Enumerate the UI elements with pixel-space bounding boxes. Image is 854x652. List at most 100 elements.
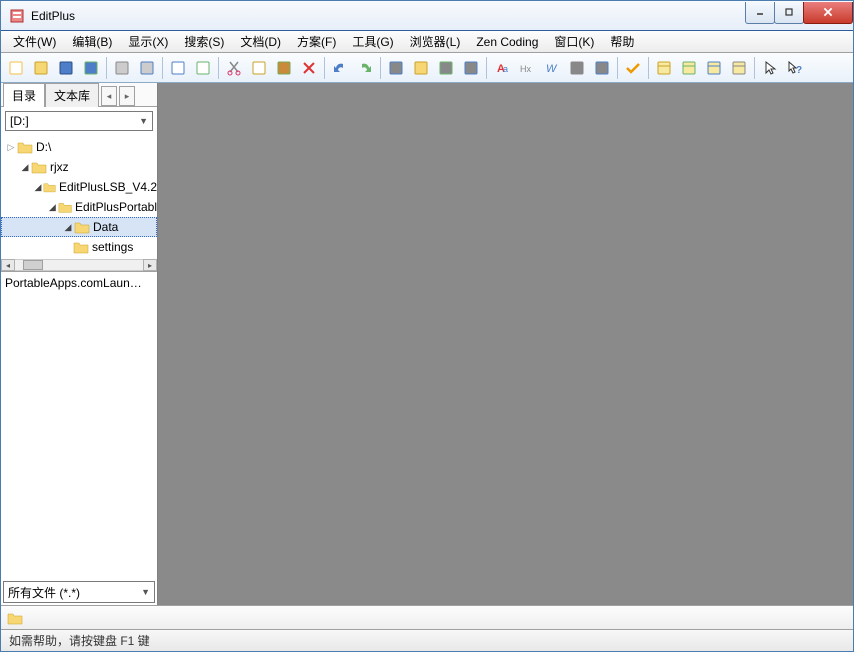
replace-icon (438, 60, 454, 76)
goto-icon (463, 60, 479, 76)
tree-label: settings (92, 240, 133, 254)
drive-select[interactable]: [D:] (5, 111, 153, 131)
menu-搜索s[interactable]: 搜索(S) (176, 31, 232, 52)
find-highlight-icon (413, 60, 429, 76)
menu-显示x[interactable]: 显示(X) (120, 31, 176, 52)
window-type4-button[interactable] (727, 56, 751, 80)
tree-label: EditPlusPortabl (75, 200, 157, 214)
redo-button[interactable] (353, 56, 377, 80)
linenum-button[interactable] (590, 56, 614, 80)
status-text: 如需帮助，请按键盘 F1 键 (9, 632, 150, 649)
menu-窗口k[interactable]: 窗口(K) (546, 31, 602, 52)
toolbar-separator (162, 57, 163, 79)
browser-edit-button[interactable] (191, 56, 215, 80)
new-file-button[interactable] (4, 56, 28, 80)
delete-button[interactable] (297, 56, 321, 80)
toolbar-separator (218, 57, 219, 79)
toolbar-separator (106, 57, 107, 79)
menu-浏览器l[interactable]: 浏览器(L) (402, 31, 469, 52)
close-button[interactable] (803, 2, 853, 24)
copy-button[interactable] (247, 56, 271, 80)
file-list-item[interactable]: PortableApps.comLaun… (5, 276, 142, 290)
app-window: EditPlus 文件(W)编辑(B)显示(X)搜索(S)文档(D)方案(F)工… (0, 0, 854, 652)
sidebar-tab-prev[interactable]: ◂ (101, 86, 117, 106)
save-all-button[interactable] (79, 56, 103, 80)
menu-文档d[interactable]: 文档(D) (232, 31, 289, 52)
goto-button[interactable] (459, 56, 483, 80)
sidebar-tab-cliptext[interactable]: 文本库 (45, 83, 99, 107)
menu-文件w[interactable]: 文件(W) (5, 31, 64, 52)
file-filter[interactable]: 所有文件 (*.*) (3, 581, 155, 603)
paste-icon (276, 60, 292, 76)
undo-button[interactable] (328, 56, 352, 80)
check-button[interactable] (621, 56, 645, 80)
hex-icon: Hx (519, 60, 535, 76)
open-file-button[interactable] (29, 56, 53, 80)
window-controls (746, 2, 853, 24)
file-filter-value: 所有文件 (*.*) (8, 584, 80, 601)
menu-编辑b[interactable]: 编辑(B) (64, 31, 120, 52)
invisible-button[interactable] (565, 56, 589, 80)
toolbar-separator (754, 57, 755, 79)
svg-text:Hx: Hx (520, 64, 531, 74)
save-button[interactable] (54, 56, 78, 80)
sidebar-tab-directory[interactable]: 目录 (3, 83, 45, 107)
window-type3-button[interactable] (702, 56, 726, 80)
undo-icon (332, 60, 348, 76)
menu-方案f[interactable]: 方案(F) (289, 31, 344, 52)
find-highlight-button[interactable] (409, 56, 433, 80)
window-type4-icon (731, 60, 747, 76)
print-preview-button[interactable] (135, 56, 159, 80)
menu-工具g[interactable]: 工具(G) (344, 31, 401, 52)
titlebar[interactable]: EditPlus (1, 1, 853, 31)
window-type2-button[interactable] (677, 56, 701, 80)
folder-tree[interactable]: ▷D:\◢rjxz◢EditPlusLSB_V4.2◢EditPlusPorta… (1, 135, 157, 259)
replace-button[interactable] (434, 56, 458, 80)
toolbar-separator (324, 57, 325, 79)
paste-button[interactable] (272, 56, 296, 80)
document-tabstrip[interactable] (1, 605, 853, 629)
tree-label: Data (93, 220, 118, 234)
window-type3-icon (706, 60, 722, 76)
save-icon (58, 60, 74, 76)
tree-row[interactable]: ◢EditPlusLSB_V4.2 (1, 177, 157, 197)
print-button[interactable] (110, 56, 134, 80)
menu-帮助[interactable]: 帮助 (602, 31, 642, 52)
wordwrap-button[interactable]: W (540, 56, 564, 80)
toolbar-separator (617, 57, 618, 79)
browser-launch-button[interactable] (166, 56, 190, 80)
toolbar-separator (648, 57, 649, 79)
svg-text:a: a (503, 64, 508, 74)
tree-hscroll[interactable]: ◂ ▸ (1, 259, 157, 271)
scroll-thumb[interactable] (23, 260, 43, 270)
find-button[interactable] (384, 56, 408, 80)
help-context-button[interactable]: ? (783, 56, 807, 80)
minimize-button[interactable] (745, 2, 775, 24)
cut-button[interactable] (222, 56, 246, 80)
tree-label: D:\ (36, 140, 51, 154)
maximize-button[interactable] (774, 2, 804, 24)
browser-edit-icon (195, 60, 211, 76)
tree-row[interactable]: ▷D:\ (1, 137, 157, 157)
drive-select-value: [D:] (10, 114, 29, 128)
tree-row[interactable]: settings (1, 237, 157, 257)
workarea: 目录 文本库 ◂ ▸ [D:] ▷D:\◢rjxz◢EditPlusLSB_V4… (1, 83, 853, 605)
print-icon (114, 60, 130, 76)
hex-button[interactable]: Hx (515, 56, 539, 80)
check-icon (625, 60, 641, 76)
new-file-icon (8, 60, 24, 76)
tree-row[interactable]: ◢EditPlusPortabl (1, 197, 157, 217)
scroll-right-button[interactable]: ▸ (143, 259, 157, 271)
menu-zen coding[interactable]: Zen Coding (468, 33, 546, 51)
folder-icon (7, 611, 23, 625)
sidebar-tab-next[interactable]: ▸ (119, 86, 135, 106)
window-type1-button[interactable] (652, 56, 676, 80)
pointer-button[interactable] (758, 56, 782, 80)
scroll-left-button[interactable]: ◂ (1, 259, 15, 271)
app-icon (9, 8, 25, 24)
font-button[interactable]: Aa (490, 56, 514, 80)
tree-row[interactable]: ◢Data (1, 217, 157, 237)
file-list[interactable]: PortableApps.comLaun… (1, 271, 157, 579)
tree-row[interactable]: ◢rjxz (1, 157, 157, 177)
cut-icon (226, 60, 242, 76)
